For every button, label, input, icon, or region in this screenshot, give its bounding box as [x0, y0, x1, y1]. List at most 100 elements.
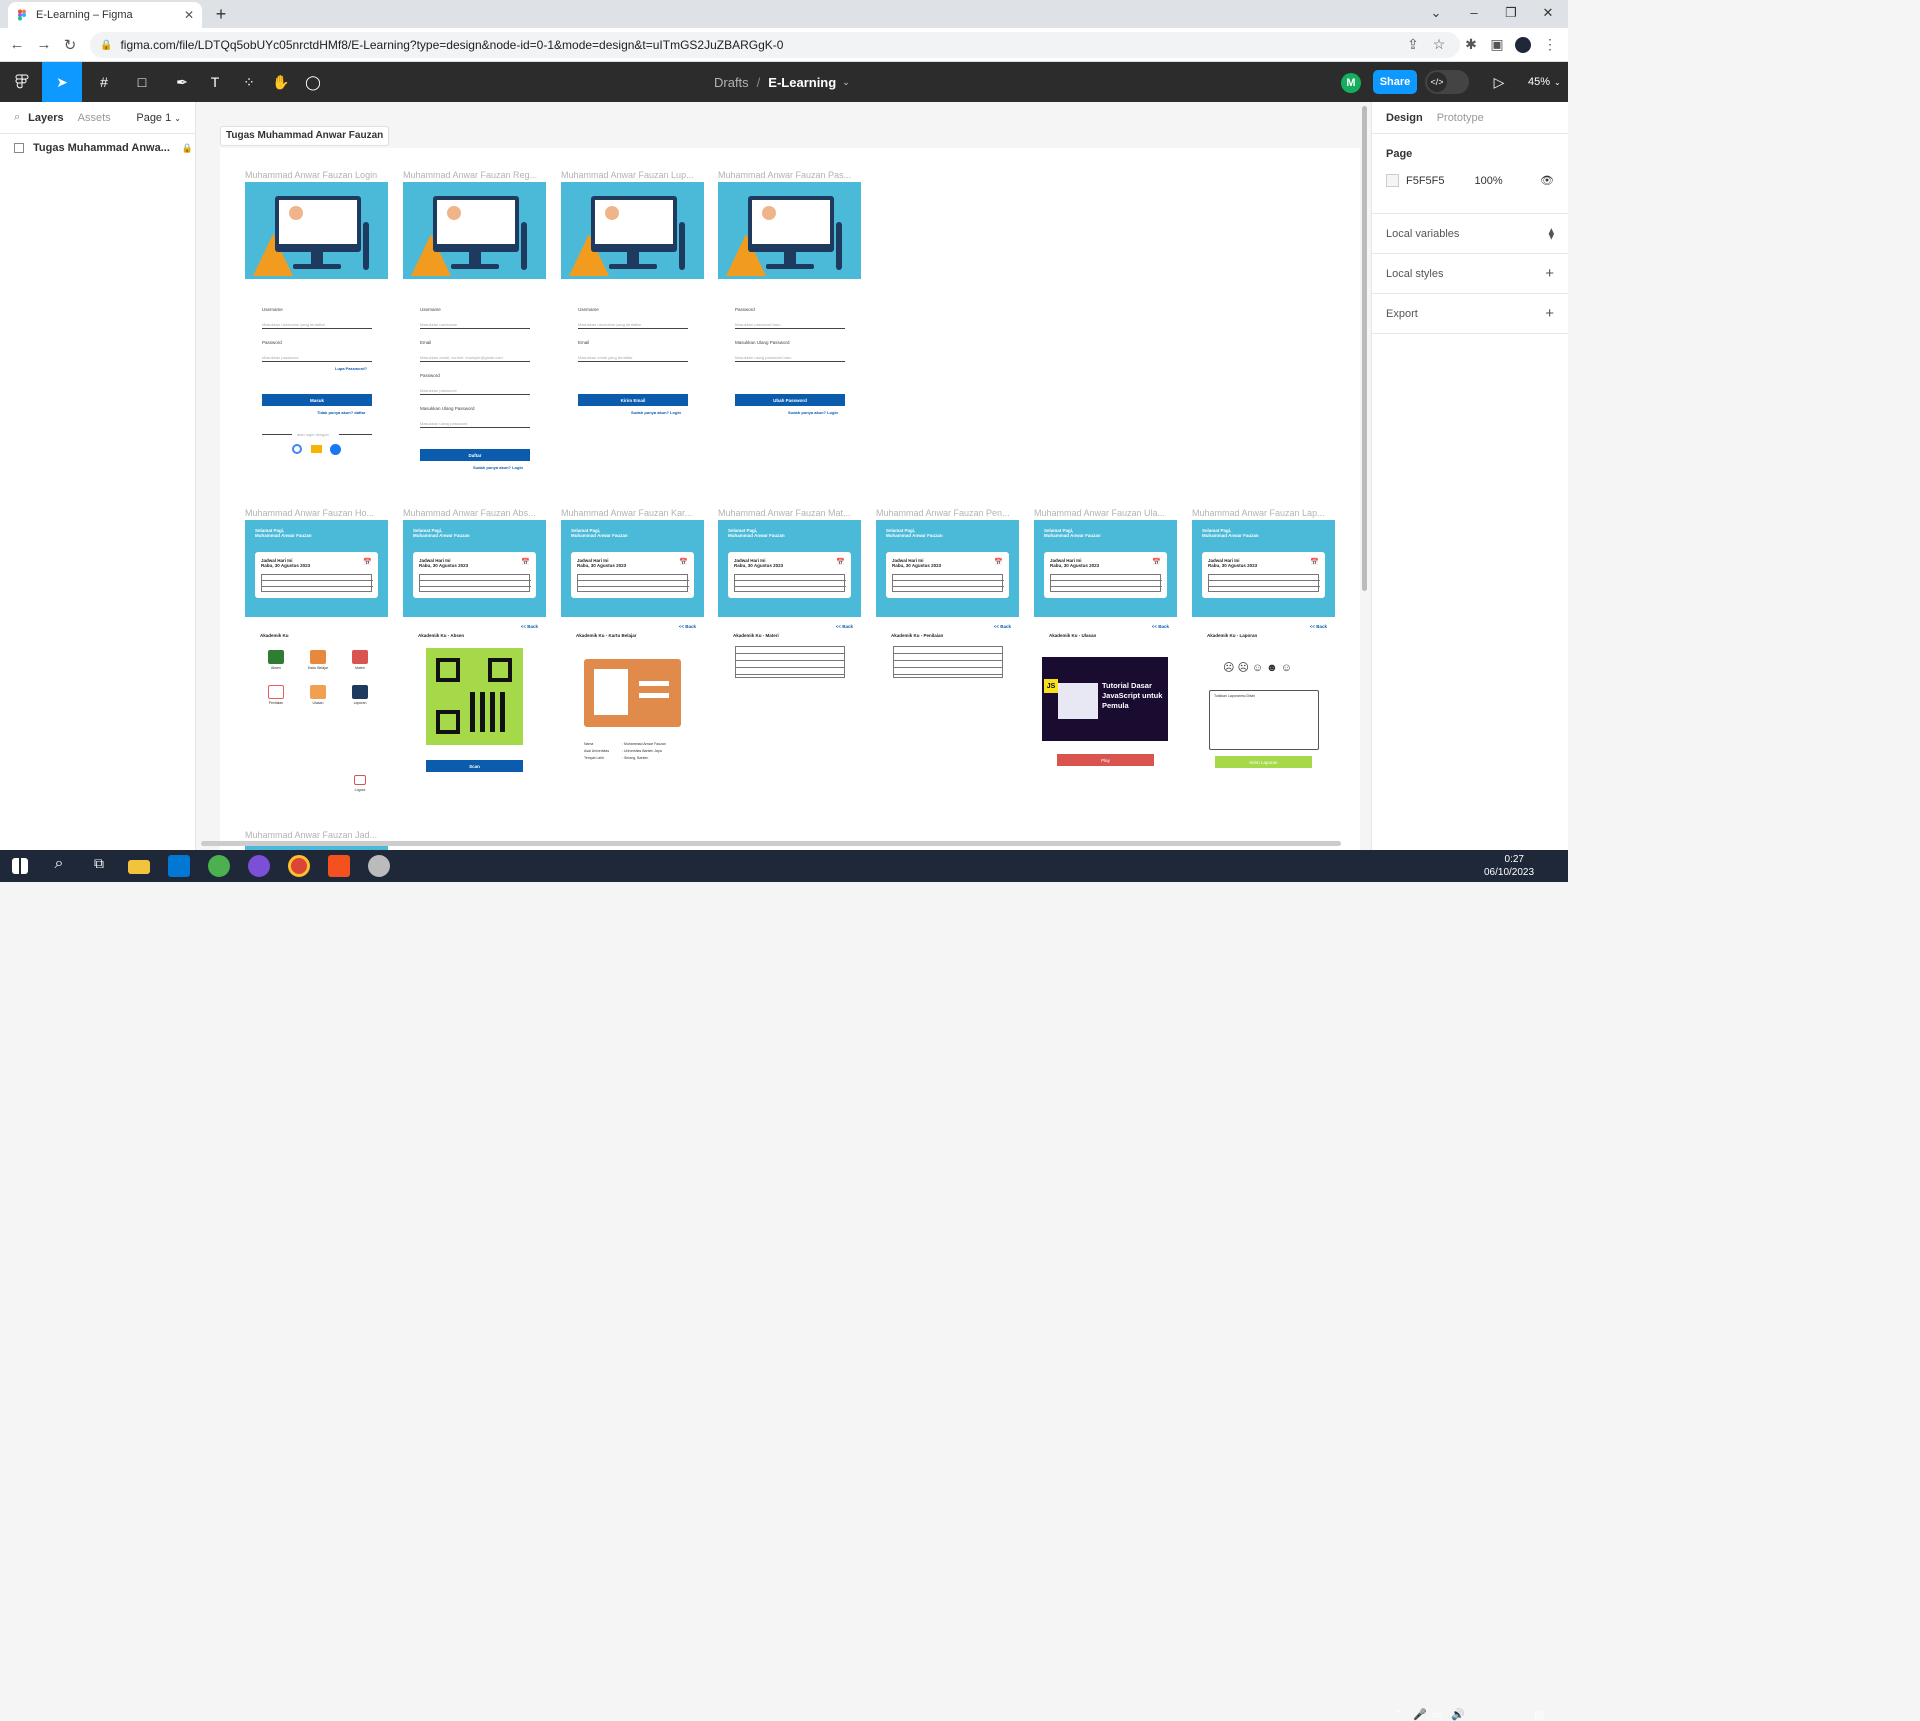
chrome-icon[interactable]: [288, 855, 310, 877]
shape-tool-icon[interactable]: □: [126, 62, 158, 102]
notification-icon[interactable]: ▤: [1534, 1708, 1544, 1721]
eye-icon[interactable]: 👁: [1540, 174, 1554, 187]
taskbar-clock[interactable]: 0:27 06/10/2023: [1484, 853, 1534, 879]
review-icon[interactable]: [310, 685, 326, 699]
register-link[interactable]: Tidak punya akun? daftar: [317, 410, 365, 415]
new-tab-icon[interactable]: +: [212, 4, 230, 25]
file-name[interactable]: E-Learning: [768, 75, 836, 90]
username-field[interactable]: [420, 328, 530, 329]
email-field[interactable]: [578, 361, 688, 362]
ulasan-frame[interactable]: Selamat Pagi, Muhammad Anwar Fauzan Jadwa…: [1034, 520, 1177, 800]
frame-label[interactable]: Muhammad Anwar Fauzan Mat...: [718, 508, 861, 518]
login-button[interactable]: Masuk: [262, 394, 372, 406]
url-bar[interactable]: 🔒 figma.com/file/LDTQq5obUYc05nrctdHMf8/…: [90, 32, 1460, 58]
frame-label[interactable]: Muhammad Anwar Fauzan Lup...: [561, 170, 704, 180]
facebook-icon[interactable]: [330, 444, 341, 455]
password-field[interactable]: [262, 361, 372, 362]
plus-icon[interactable]: +: [1545, 305, 1554, 322]
login-link[interactable]: Sudah punya akun? Login: [788, 410, 838, 415]
restore-icon[interactable]: ❐: [1501, 5, 1521, 21]
local-styles-section[interactable]: Local styles +: [1372, 254, 1568, 294]
task-view-icon[interactable]: ⧉: [88, 855, 110, 877]
file-explorer-icon[interactable]: [128, 860, 150, 874]
frame-tool-icon[interactable]: #: [88, 62, 120, 102]
frame-label[interactable]: Muhammad Anwar Fauzan Jad...: [245, 830, 388, 840]
bookmark-star-icon[interactable]: ☆: [1430, 36, 1448, 53]
frame-label[interactable]: Muhammad Anwar Fauzan Ho...: [245, 508, 388, 518]
frame-label[interactable]: Muhammad Anwar Fauzan Reg...: [403, 170, 546, 180]
pen-tool-icon[interactable]: ✒: [166, 62, 198, 102]
frame-label[interactable]: Muhammad Anwar Fauzan Kar...: [561, 508, 704, 518]
laporan-frame[interactable]: Selamat Pagi, Muhammad Anwar Fauzan Jadwa…: [1192, 520, 1335, 800]
variables-icon[interactable]: ⧫: [1549, 227, 1554, 240]
section-label[interactable]: Tugas Muhammad Anwar Fauzan: [220, 126, 390, 146]
plus-icon[interactable]: +: [1545, 265, 1554, 282]
page-opacity[interactable]: 100%: [1475, 175, 1503, 187]
frame-label[interactable]: Muhammad Anwar Fauzan Lap...: [1192, 508, 1335, 518]
vscode-icon[interactable]: [168, 855, 190, 877]
profile-avatar[interactable]: [1515, 37, 1531, 53]
card-icon[interactable]: [310, 650, 326, 664]
comment-tool-icon[interactable]: ◯: [302, 62, 324, 102]
frame-label[interactable]: Muhammad Anwar Fauzan Login: [245, 170, 388, 180]
page-color-value[interactable]: F5F5F5: [1406, 175, 1445, 187]
kartu-belajar-frame[interactable]: Selamat Pagi, Muhammad Anwar Fauzan Jadwa…: [561, 520, 704, 800]
frame-label[interactable]: Muhammad Anwar Fauzan Abs...: [403, 508, 546, 518]
export-section[interactable]: Export +: [1372, 294, 1568, 334]
login-link[interactable]: Sudah punya akun? Login: [473, 465, 523, 470]
avatar[interactable]: M: [1341, 73, 1361, 93]
search-icon[interactable]: ⌕: [48, 855, 70, 877]
send-email-button[interactable]: Kirim Email: [578, 394, 688, 406]
frame-label[interactable]: Muhammad Anwar Fauzan Pen...: [876, 508, 1019, 518]
frame-label[interactable]: Muhammad Anwar Fauzan Pas...: [718, 170, 861, 180]
share-page-icon[interactable]: ⇪: [1404, 36, 1422, 53]
drafts-link[interactable]: Drafts: [714, 75, 749, 90]
move-tool-icon[interactable]: ➤: [42, 62, 82, 102]
email-field[interactable]: [420, 361, 530, 362]
confirm-field[interactable]: [735, 361, 845, 362]
close-window-icon[interactable]: ✕: [1538, 5, 1558, 21]
windows-start-icon[interactable]: [12, 858, 28, 874]
hand-tool-icon[interactable]: ✋: [270, 62, 292, 102]
main-menu-icon[interactable]: [4, 62, 40, 102]
back-link[interactable]: << Back: [1310, 624, 1327, 629]
side-panel-icon[interactable]: ▣: [1488, 36, 1506, 53]
zoom-menu[interactable]: 45% ⌄: [1528, 62, 1561, 102]
back-link[interactable]: << Back: [1152, 624, 1169, 629]
chevron-up-icon[interactable]: ⌃: [1394, 1708, 1403, 1721]
video-thumbnail[interactable]: JS Tutorial Dasar JavaScript untuk Pemul…: [1042, 657, 1168, 741]
change-password-button[interactable]: Ubah Password: [735, 394, 845, 406]
tab-assets[interactable]: Assets: [78, 112, 111, 124]
forgot-password-link[interactable]: Lupa Password?: [335, 366, 367, 371]
page-color-swatch[interactable]: [1386, 174, 1399, 187]
share-button[interactable]: Share: [1373, 70, 1417, 94]
register-frame[interactable]: Username Masukkan username Email Masukka…: [403, 182, 546, 482]
login-frame[interactable]: Username Masukkan username yang terdafta…: [245, 182, 388, 482]
register-button[interactable]: Daftar: [420, 449, 530, 461]
frame-label[interactable]: Muhammad Anwar Fauzan Ula...: [1034, 508, 1177, 518]
login-link[interactable]: Sudah punya akun? Login: [631, 410, 681, 415]
browser-menu-icon[interactable]: ⋮: [1541, 36, 1559, 53]
back-link[interactable]: << Back: [836, 624, 853, 629]
emoji-rating-icons[interactable]: ☹☹☺☻☺: [1223, 661, 1295, 674]
chevron-down-icon[interactable]: ⌄: [842, 77, 850, 88]
minimize-icon[interactable]: –: [1464, 5, 1484, 20]
scan-button[interactable]: Scan: [426, 760, 523, 772]
reload-icon[interactable]: ↻: [61, 36, 79, 54]
email-icon[interactable]: [311, 445, 322, 453]
home-frame[interactable]: Selamat Pagi, Muhammad Anwar Fauzan Jadwa…: [245, 520, 388, 800]
confirm-field[interactable]: [420, 427, 530, 428]
tab-prototype[interactable]: Prototype: [1437, 112, 1484, 124]
send-report-button[interactable]: Kirim Laporan: [1215, 756, 1312, 768]
network-icon[interactable]: ▭: [1432, 1708, 1442, 1721]
mic-icon[interactable]: 🎤: [1413, 1708, 1427, 1721]
local-variables-section[interactable]: Local variables ⧫: [1372, 214, 1568, 254]
forward-icon[interactable]: →: [35, 36, 53, 53]
app-icon[interactable]: [208, 855, 230, 877]
tab-layers[interactable]: Layers: [28, 112, 63, 124]
design-canvas[interactable]: Tugas Muhammad Anwar Fauzan Muhammad Anw…: [197, 102, 1371, 850]
absen-frame[interactable]: Selamat Pagi, Muhammad Anwar Fauzan Jadwa…: [403, 520, 546, 800]
page-selector[interactable]: Page 1 ⌄: [136, 112, 181, 124]
materi-frame[interactable]: Selamat Pagi, Muhammad Anwar Fauzan Jadwa…: [718, 520, 861, 800]
forgot-password-frame[interactable]: Username Masukkan username yang terdafta…: [561, 182, 704, 482]
